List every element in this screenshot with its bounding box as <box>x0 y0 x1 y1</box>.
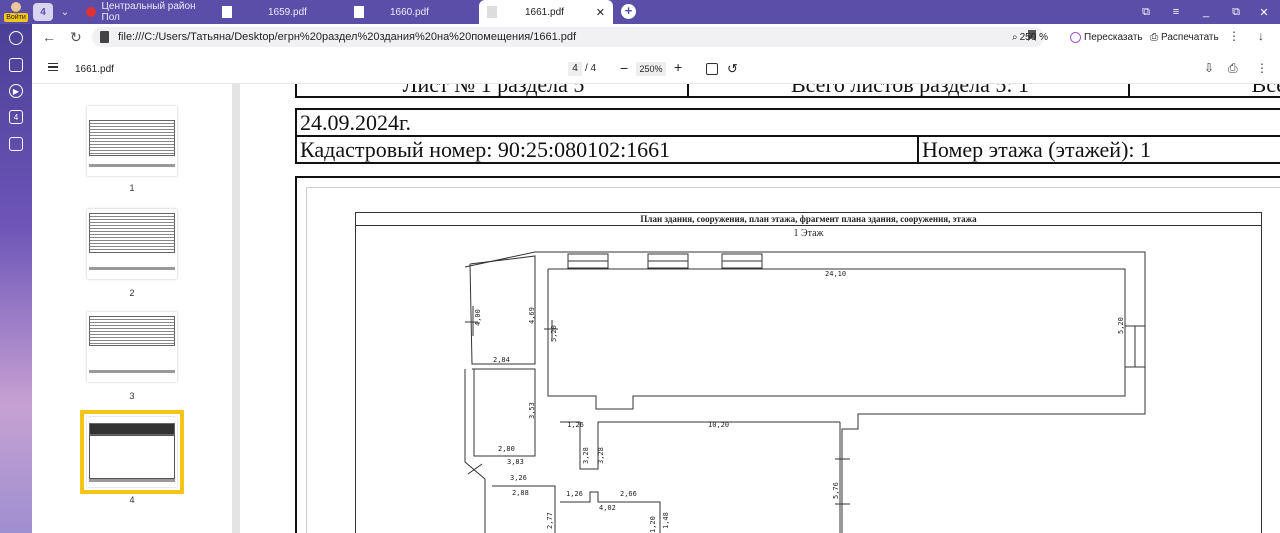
rotate-icon[interactable]: ↺ <box>727 61 738 77</box>
login-label: Войти <box>4 13 28 22</box>
download-icon[interactable]: ↓ <box>1258 29 1264 43</box>
dimension-label: 3,83 <box>507 458 524 466</box>
document-icon <box>354 6 364 18</box>
dimension-label: 3,26 <box>510 474 527 482</box>
dimension-label: 10,20 <box>708 421 729 429</box>
tab-label: 1660.pdf <box>390 6 429 18</box>
document-icon <box>222 6 232 18</box>
browser-tab-strip: Войти 4 ⌄ Центральный район Пол 1659.pdf… <box>0 0 1280 24</box>
site-favicon-icon <box>86 7 96 17</box>
tab-1661-pdf[interactable]: 1661.pdf ✕ <box>479 0 613 24</box>
address-input[interactable]: file:///C:/Users/Татьяна/Desktop/егрн%20… <box>92 27 1044 47</box>
dimension-label: 3,28 <box>597 447 605 464</box>
print-browser-button[interactable]: ⎙ Распечатать <box>1150 28 1219 46</box>
dimension-label: 2,84 <box>493 356 510 364</box>
pdf-toolbar: 1661.pdf 4 / 4 − 250% + ↺ ⇩ ⎙ ⋮ <box>32 56 1280 84</box>
tab-label: 1661.pdf <box>525 6 564 18</box>
browser-sidebar: ▶ 4 <box>0 24 32 533</box>
reload-icon[interactable]: ↻ <box>70 29 82 46</box>
workspace-button[interactable]: 4 <box>33 3 53 21</box>
screenshot-icon[interactable] <box>9 137 23 151</box>
minimize-button[interactable]: _ <box>1192 0 1220 24</box>
hamburger-menu-icon[interactable] <box>48 63 58 71</box>
pdf-filename: 1661.pdf <box>75 64 114 75</box>
dimension-label: 24,10 <box>825 270 846 278</box>
more-icon[interactable]: ⋮ <box>1228 29 1240 43</box>
dimension-label: 4,00 <box>474 309 482 326</box>
document-icon <box>487 6 497 18</box>
zoom-indicator[interactable]: ⌕ 250 % <box>1012 28 1048 46</box>
dimension-label: 5,76 <box>832 482 840 499</box>
user-avatar-icon <box>11 2 21 12</box>
dimension-label: 3,53 <box>528 402 536 419</box>
new-tab-button[interactable]: + <box>621 4 636 19</box>
print-label: Распечатать <box>1161 31 1219 43</box>
url-text: file:///C:/Users/Татьяна/Desktop/егрн%20… <box>118 31 577 43</box>
dimension-label: 1,26 <box>567 421 584 429</box>
dimension-label: 2,66 <box>620 490 637 498</box>
file-icon <box>100 31 109 43</box>
page-thumbnail-1[interactable] <box>87 106 177 176</box>
thumbnail-number: 2 <box>129 288 135 298</box>
back-arrow-icon[interactable]: ← <box>42 29 56 45</box>
dimension-label: 1,26 <box>566 490 583 498</box>
close-window-button[interactable]: ✕ <box>1250 0 1278 24</box>
page-number-input[interactable]: 4 <box>568 62 582 76</box>
tab-central-district[interactable]: Центральный район Пол <box>78 0 211 24</box>
dimension-label: 1,20 <box>649 516 657 533</box>
floor-plan-drawing: 24,10 5,20 5,20 4,00 4,69 2,84 3,53 2,80… <box>464 251 1146 533</box>
login-button[interactable]: Войти <box>3 1 29 23</box>
page-thumbnail-4[interactable] <box>80 410 184 494</box>
thumbnail-number: 1 <box>129 183 135 193</box>
page-thumbnail-2[interactable] <box>87 209 177 279</box>
page-total: / 4 <box>585 63 597 74</box>
fit-page-icon[interactable] <box>706 63 718 75</box>
retell-icon <box>1070 31 1081 43</box>
workspace-badge-icon[interactable]: 4 <box>9 110 23 124</box>
menu-icon[interactable]: ≡ <box>1162 0 1190 24</box>
download-pdf-icon[interactable]: ⇩ <box>1204 61 1214 75</box>
maximize-button[interactable]: ⧉ <box>1222 0 1250 24</box>
thumbnail-pane: 1 2 3 4 <box>32 84 232 533</box>
print-pdf-icon[interactable]: ⎙ <box>1228 61 1238 76</box>
pane-divider[interactable] <box>232 84 240 533</box>
close-tab-icon[interactable]: ✕ <box>596 6 605 19</box>
dimension-label: 2,77 <box>546 512 554 529</box>
thumbnail-number: 4 <box>129 495 135 505</box>
dimension-label: 1,48 <box>662 512 670 529</box>
pdf-page: Лист № 1 раздела 5 Всего листов раздела … <box>240 84 1280 533</box>
retell-button[interactable]: Пересказать <box>1070 28 1143 46</box>
dimension-label: 5,20 <box>1117 317 1125 334</box>
dimension-label: 2,80 <box>498 445 515 453</box>
dimension-label: 5,20 <box>550 325 558 342</box>
tab-1660-pdf[interactable]: 1660.pdf <box>346 0 476 24</box>
zoom-input[interactable]: 250% <box>636 62 666 76</box>
magnifier-icon: ⌕ <box>1012 31 1018 43</box>
dimension-label: 2,88 <box>512 489 529 497</box>
thumbnail-number: 3 <box>129 391 135 401</box>
chevron-down-icon[interactable]: ⌄ <box>57 3 73 21</box>
collections-icon[interactable]: ⧉ <box>1132 0 1160 24</box>
notes-icon[interactable] <box>9 58 23 72</box>
dimension-label: 3,28 <box>582 447 590 464</box>
dimension-label: 4,02 <box>599 504 616 512</box>
more-options-icon[interactable]: ⋮ <box>1256 61 1268 75</box>
dimension-label: 4,69 <box>528 307 536 324</box>
zoom-out-button[interactable]: − <box>620 60 628 76</box>
page-thumbnail-3[interactable] <box>87 312 177 382</box>
printer-icon: ⎙ <box>1150 31 1158 43</box>
zoom-in-button[interactable]: + <box>674 59 682 75</box>
document-view[interactable]: Лист № 1 раздела 5 Всего листов раздела … <box>240 84 1280 533</box>
tab-label: Центральный район Пол <box>101 1 196 23</box>
play-icon[interactable]: ▶ <box>9 84 23 98</box>
address-bar-row: ← ↻ file:///C:/Users/Татьяна/Desktop/егр… <box>32 24 1280 50</box>
tab-1659-pdf[interactable]: 1659.pdf <box>214 0 344 24</box>
zoom-value: 250 % <box>1019 31 1048 43</box>
retell-label: Пересказать <box>1084 31 1143 43</box>
history-icon[interactable] <box>9 31 23 45</box>
tab-label: 1659.pdf <box>268 6 307 18</box>
